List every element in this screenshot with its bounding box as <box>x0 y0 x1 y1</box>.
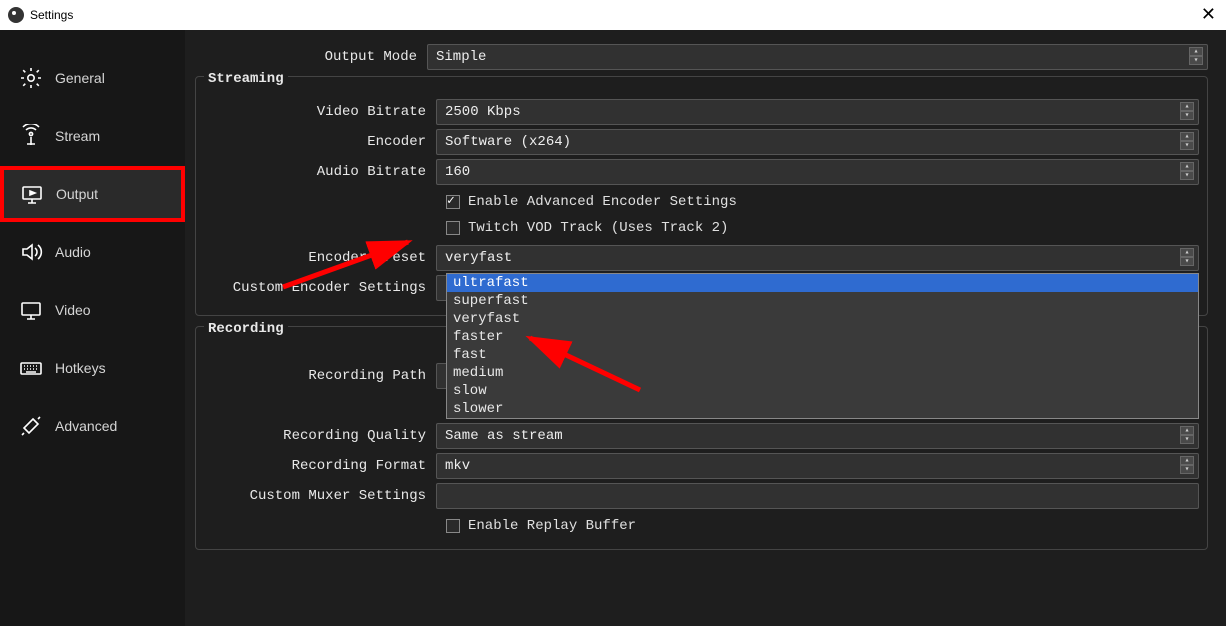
twitch-vod-checkbox[interactable] <box>446 221 460 235</box>
settings-content: Output Mode Simple ▴▾ Streaming Video Bi… <box>185 30 1226 626</box>
spinner-icon[interactable]: ▴▾ <box>1180 102 1194 120</box>
monitor-icon <box>17 298 45 322</box>
twitch-vod-label: Twitch VOD Track (Uses Track 2) <box>468 220 728 236</box>
keyboard-icon <box>17 356 45 380</box>
custom-muxer-label: Custom Muxer Settings <box>204 488 436 504</box>
replay-buffer-label: Enable Replay Buffer <box>468 518 636 534</box>
encoder-preset-value: veryfast <box>445 250 512 266</box>
spinner-icon[interactable]: ▴▾ <box>1180 248 1194 266</box>
gear-icon <box>17 66 45 90</box>
custom-encoder-label: Custom Encoder Settings <box>204 280 436 296</box>
antenna-icon <box>17 124 45 148</box>
streaming-title: Streaming <box>204 71 288 87</box>
encoder-preset-select[interactable]: veryfast ▴▾ <box>436 245 1199 271</box>
preset-option[interactable]: veryfast <box>447 310 1198 328</box>
speaker-icon <box>17 240 45 264</box>
recording-quality-label: Recording Quality <box>204 428 436 444</box>
encoder-label: Encoder <box>204 134 436 150</box>
recording-quality-value: Same as stream <box>445 428 563 444</box>
replay-buffer-checkbox[interactable] <box>446 519 460 533</box>
video-bitrate-input[interactable]: 2500 Kbps ▴▾ <box>436 99 1199 125</box>
spinner-icon[interactable]: ▴▾ <box>1180 426 1194 444</box>
spinner-icon[interactable]: ▴▾ <box>1180 456 1194 474</box>
spinner-icon[interactable]: ▴▾ <box>1189 47 1203 65</box>
output-icon <box>18 182 46 206</box>
sidebar-item-label: Stream <box>55 128 100 144</box>
recording-format-label: Recording Format <box>204 458 436 474</box>
preset-option[interactable]: ultrafast <box>447 274 1198 292</box>
sidebar-item-label: Video <box>55 302 91 318</box>
streaming-group: Streaming Video Bitrate 2500 Kbps ▴▾ Enc… <box>195 76 1208 316</box>
titlebar: Settings ✕ <box>0 0 1226 30</box>
sidebar: General Stream Output Audio Video <box>0 30 185 626</box>
output-mode-value: Simple <box>436 49 486 65</box>
close-icon[interactable]: ✕ <box>1201 4 1216 25</box>
encoder-preset-dropdown[interactable]: ultrafastsuperfastveryfastfasterfastmedi… <box>446 273 1199 419</box>
recording-quality-select[interactable]: Same as stream ▴▾ <box>436 423 1199 449</box>
sidebar-item-audio[interactable]: Audio <box>0 224 185 280</box>
sidebar-item-label: Output <box>56 186 98 202</box>
preset-option[interactable]: superfast <box>447 292 1198 310</box>
encoder-select[interactable]: Software (x264) ▴▾ <box>436 129 1199 155</box>
sidebar-item-video[interactable]: Video <box>0 282 185 338</box>
audio-bitrate-label: Audio Bitrate <box>204 164 436 180</box>
encoder-preset-label: Encoder Preset <box>204 250 436 266</box>
audio-bitrate-value: 160 <box>445 164 470 180</box>
app-icon <box>8 7 24 23</box>
enable-advanced-label: Enable Advanced Encoder Settings <box>468 194 737 210</box>
output-mode-select[interactable]: Simple ▴▾ <box>427 44 1208 70</box>
output-mode-label: Output Mode <box>195 49 427 65</box>
sidebar-item-hotkeys[interactable]: Hotkeys <box>0 340 185 396</box>
sidebar-item-label: Hotkeys <box>55 360 106 376</box>
custom-muxer-input[interactable] <box>436 483 1199 509</box>
sidebar-item-output[interactable]: Output <box>0 166 185 222</box>
enable-advanced-checkbox[interactable] <box>446 195 460 209</box>
sidebar-item-label: Advanced <box>55 418 117 434</box>
recording-path-label: Recording Path <box>204 368 436 384</box>
preset-option[interactable]: slow <box>447 382 1198 400</box>
video-bitrate-value: 2500 Kbps <box>445 104 521 120</box>
recording-format-value: mkv <box>445 458 470 474</box>
tools-icon <box>17 414 45 438</box>
audio-bitrate-select[interactable]: 160 ▴▾ <box>436 159 1199 185</box>
window-title: Settings <box>30 8 73 22</box>
sidebar-item-general[interactable]: General <box>0 50 185 106</box>
preset-option[interactable]: fast <box>447 346 1198 364</box>
spinner-icon[interactable]: ▴▾ <box>1180 162 1194 180</box>
preset-option[interactable]: medium <box>447 364 1198 382</box>
sidebar-item-stream[interactable]: Stream <box>0 108 185 164</box>
recording-format-select[interactable]: mkv ▴▾ <box>436 453 1199 479</box>
preset-option[interactable]: slower <box>447 400 1198 418</box>
recording-title: Recording <box>204 321 288 337</box>
spinner-icon[interactable]: ▴▾ <box>1180 132 1194 150</box>
preset-option[interactable]: faster <box>447 328 1198 346</box>
sidebar-item-label: Audio <box>55 244 91 260</box>
video-bitrate-label: Video Bitrate <box>204 104 436 120</box>
encoder-value: Software (x264) <box>445 134 571 150</box>
sidebar-item-label: General <box>55 70 105 86</box>
sidebar-item-advanced[interactable]: Advanced <box>0 398 185 454</box>
